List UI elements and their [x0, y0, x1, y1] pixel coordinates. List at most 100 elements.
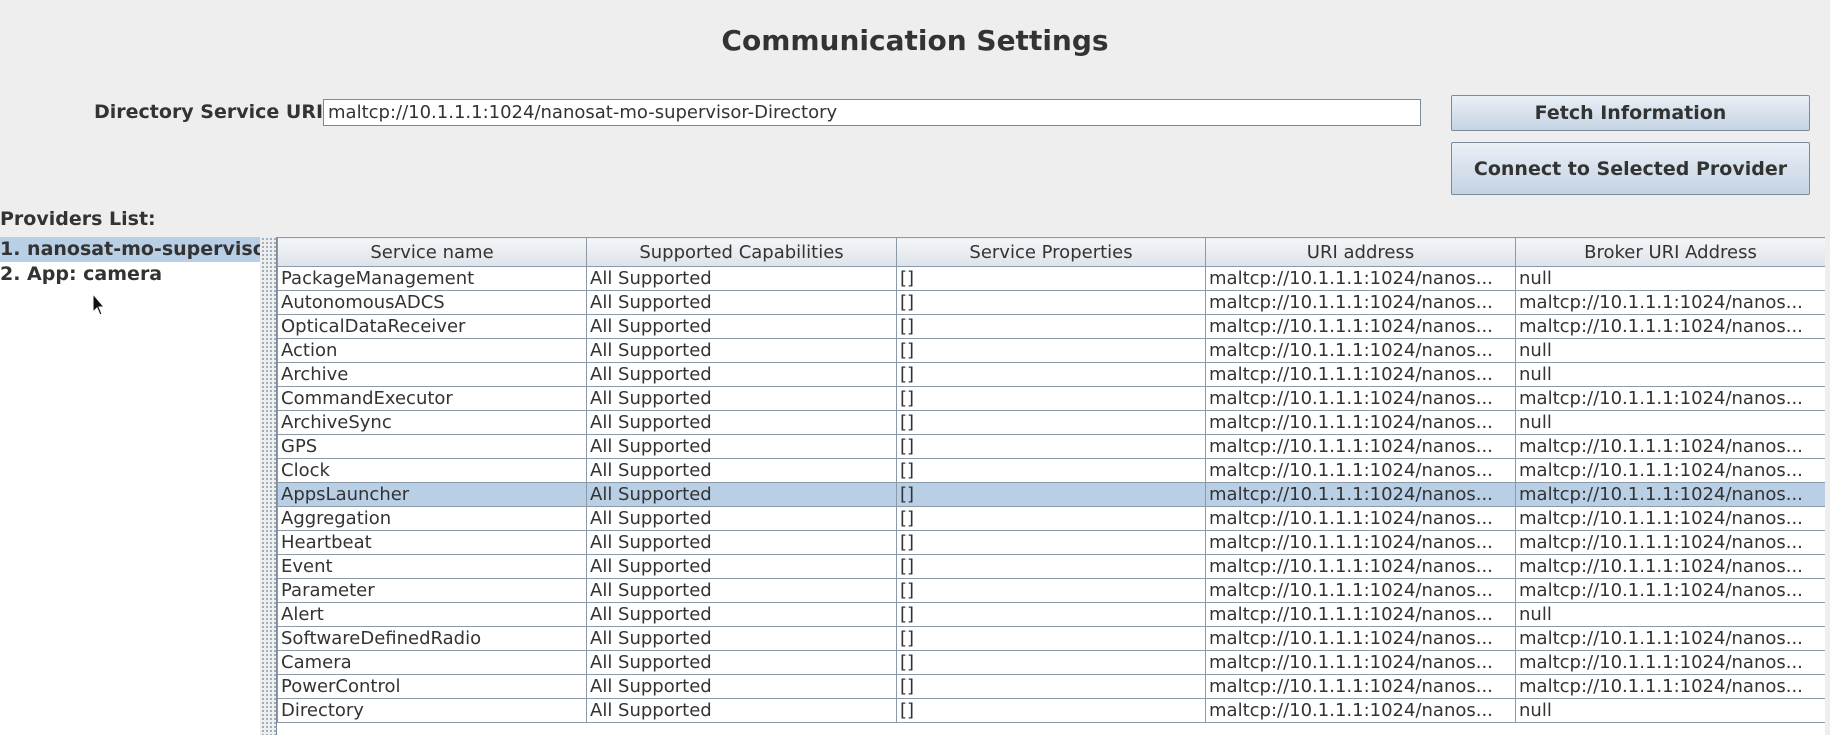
cell-properties: [] — [896, 530, 1206, 555]
table-row[interactable]: CommandExecutor All Supported[] maltcp://1… — [277, 386, 1825, 411]
table-row[interactable]: GPS All Supported[] maltcp://10.1.1.1:1024… — [277, 434, 1825, 459]
table-row[interactable]: Directory All Supported[] maltcp://10.1.1.… — [277, 698, 1825, 723]
cell-capabilities: All Supported — [586, 602, 897, 627]
cell-uri-address: maltcp://10.1.1.1:1024/nanos... — [1205, 362, 1516, 387]
cell-uri-address: maltcp://10.1.1.1:1024/nanos... — [1205, 290, 1516, 315]
cell-broker-uri: maltcp://10.1.1.1:1024/nanos... — [1515, 314, 1825, 339]
cell-capabilities: All Supported — [586, 530, 897, 555]
cell-capabilities: All Supported — [586, 482, 897, 507]
cell-broker-uri: maltcp://10.1.1.1:1024/nanos... — [1515, 458, 1825, 483]
cell-service-name: Camera — [277, 650, 587, 675]
cell-capabilities: All Supported — [586, 386, 897, 411]
cell-uri-address: maltcp://10.1.1.1:1024/nanos... — [1205, 482, 1516, 507]
cell-service-name: Parameter — [277, 578, 587, 603]
cell-uri-address: maltcp://10.1.1.1:1024/nanos... — [1205, 698, 1516, 723]
cell-properties: [] — [896, 698, 1206, 723]
cell-broker-uri: maltcp://10.1.1.1:1024/nanos... — [1515, 650, 1825, 675]
cell-properties: [] — [896, 410, 1206, 435]
provider-item-camera[interactable]: 2. App: camera — [0, 262, 260, 287]
cell-service-name: Clock — [277, 458, 587, 483]
cell-capabilities: All Supported — [586, 578, 897, 603]
cell-broker-uri: maltcp://10.1.1.1:1024/nanos... — [1515, 434, 1825, 459]
split-pane-divider[interactable] — [260, 237, 276, 735]
table-row[interactable]: Action All Supported[] maltcp://10.1.1.1:1… — [277, 338, 1825, 363]
column-header-service-properties[interactable]: Service Properties — [896, 237, 1206, 267]
table-row[interactable]: Archive All Supported[] maltcp://10.1.1.1:… — [277, 362, 1825, 387]
cell-properties: [] — [896, 314, 1206, 339]
cell-broker-uri: maltcp://10.1.1.1:1024/nanos... — [1515, 674, 1825, 699]
cell-uri-address: maltcp://10.1.1.1:1024/nanos... — [1205, 434, 1516, 459]
table-row[interactable]: Aggregation All Supported[] maltcp://10.1.… — [277, 506, 1825, 531]
table-row[interactable]: OpticalDataReceiver All Supported[] maltcp… — [277, 314, 1825, 339]
cell-uri-address: maltcp://10.1.1.1:1024/nanos... — [1205, 578, 1516, 603]
cell-properties: [] — [896, 266, 1206, 291]
cell-broker-uri: maltcp://10.1.1.1:1024/nanos... — [1515, 482, 1825, 507]
cell-properties: [] — [896, 674, 1206, 699]
table-row[interactable]: Event All Supported[] maltcp://10.1.1.1:10… — [277, 554, 1825, 579]
table-row[interactable]: SoftwareDefinedRadio All Supported[] maltc… — [277, 626, 1825, 651]
cell-service-name: GPS — [277, 434, 587, 459]
cell-broker-uri: null — [1515, 362, 1825, 387]
cell-broker-uri: null — [1515, 338, 1825, 363]
cell-broker-uri: maltcp://10.1.1.1:1024/nanos... — [1515, 530, 1825, 555]
column-header-uri-address[interactable]: URI address — [1205, 237, 1516, 267]
cell-properties: [] — [896, 650, 1206, 675]
cell-broker-uri: maltcp://10.1.1.1:1024/nanos... — [1515, 554, 1825, 579]
cell-capabilities: All Supported — [586, 554, 897, 579]
cell-broker-uri: maltcp://10.1.1.1:1024/nanos... — [1515, 290, 1825, 315]
provider-item-supervisor[interactable]: 1. nanosat-mo-superviso — [0, 237, 260, 262]
cell-capabilities: All Supported — [586, 626, 897, 651]
directory-uri-label: Directory Service URI: — [94, 101, 331, 123]
cell-capabilities: All Supported — [586, 458, 897, 483]
connect-provider-button[interactable]: Connect to Selected Provider — [1451, 142, 1810, 195]
table-row[interactable]: PackageManagement All Supported[] maltcp:/… — [277, 266, 1825, 291]
cell-capabilities: All Supported — [586, 362, 897, 387]
cell-properties: [] — [896, 482, 1206, 507]
table-row[interactable]: Parameter All Supported[] maltcp://10.1.1.… — [277, 578, 1825, 603]
cell-properties: [] — [896, 602, 1206, 627]
column-header-supported-capabilities[interactable]: Supported Capabilities — [586, 237, 897, 267]
directory-uri-input[interactable] — [323, 99, 1421, 126]
cell-uri-address: maltcp://10.1.1.1:1024/nanos... — [1205, 314, 1516, 339]
cell-properties: [] — [896, 290, 1206, 315]
cell-capabilities: All Supported — [586, 650, 897, 675]
table-row[interactable]: Alert All Supported[] maltcp://10.1.1.1:10… — [277, 602, 1825, 627]
table-row[interactable]: AppsLauncher All Supported[] maltcp://10.1… — [277, 482, 1825, 507]
fetch-information-button[interactable]: Fetch Information — [1451, 95, 1810, 131]
column-header-service-name[interactable]: Service name — [277, 237, 587, 267]
cell-broker-uri: null — [1515, 410, 1825, 435]
cell-service-name: PowerControl — [277, 674, 587, 699]
cell-service-name: AppsLauncher — [277, 482, 587, 507]
column-header-broker-uri-address[interactable]: Broker URI Address — [1515, 237, 1825, 267]
mouse-pointer-icon — [92, 293, 106, 316]
page-title: Communication Settings — [721, 24, 1109, 57]
table-row[interactable]: AutonomousADCS All Supported[] maltcp://10… — [277, 290, 1825, 315]
table-row[interactable]: Heartbeat All Supported[] maltcp://10.1.1.… — [277, 530, 1825, 555]
cell-uri-address: maltcp://10.1.1.1:1024/nanos... — [1205, 338, 1516, 363]
cell-service-name: PackageManagement — [277, 266, 587, 291]
table-row[interactable]: Camera All Supported[] maltcp://10.1.1.1:1… — [277, 650, 1825, 675]
cell-uri-address: maltcp://10.1.1.1:1024/nanos... — [1205, 602, 1516, 627]
table-row[interactable]: PowerControl All Supported[] maltcp://10.1… — [277, 674, 1825, 699]
cell-broker-uri: maltcp://10.1.1.1:1024/nanos... — [1515, 626, 1825, 651]
cell-capabilities: All Supported — [586, 698, 897, 723]
providers-list-label: Providers List: — [0, 208, 156, 230]
cell-broker-uri: maltcp://10.1.1.1:1024/nanos... — [1515, 386, 1825, 411]
cell-properties: [] — [896, 362, 1206, 387]
cell-broker-uri: null — [1515, 266, 1825, 291]
cell-properties: [] — [896, 554, 1206, 579]
cell-service-name: Alert — [277, 602, 587, 627]
cell-capabilities: All Supported — [586, 314, 897, 339]
cell-properties: [] — [896, 386, 1206, 411]
cell-properties: [] — [896, 434, 1206, 459]
services-table: Service name Supported Capabilities Serv… — [277, 237, 1825, 723]
table-row[interactable]: Clock All Supported[] maltcp://10.1.1.1:10… — [277, 458, 1825, 483]
table-row[interactable]: ArchiveSync All Supported[] maltcp://10.1.… — [277, 410, 1825, 435]
cell-capabilities: All Supported — [586, 506, 897, 531]
cell-service-name: OpticalDataReceiver — [277, 314, 587, 339]
fetch-information-label: Fetch Information — [1534, 102, 1727, 124]
cell-service-name: Action — [277, 338, 587, 363]
cell-service-name: AutonomousADCS — [277, 290, 587, 315]
cell-service-name: CommandExecutor — [277, 386, 587, 411]
cell-service-name: Event — [277, 554, 587, 579]
